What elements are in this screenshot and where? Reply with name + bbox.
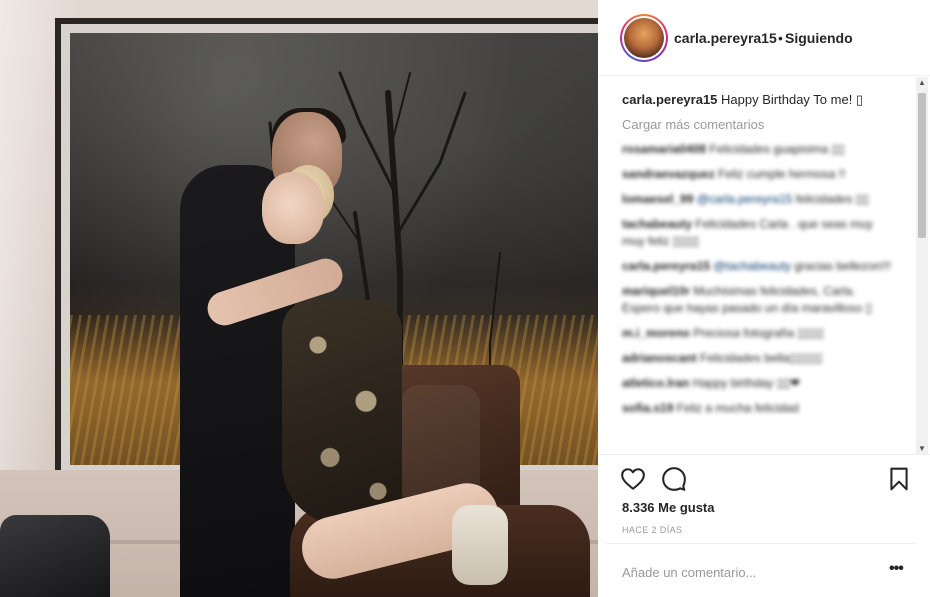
comment-username[interactable]: tachabeauty	[622, 217, 692, 231]
comment-text: Feliz a mucha felicidad	[676, 401, 799, 415]
comment: tachabeauty Felicidades Carla . que seas…	[622, 216, 892, 250]
comment-text: gracias bellezon!!!	[794, 259, 892, 273]
comment: atletico.lran Happy birthday ▯▯❤	[622, 375, 892, 392]
header-username[interactable]: carla.pereyra15	[674, 30, 777, 46]
comments-section[interactable]: carla.pereyra15 Happy Birthday To me! ▯ …	[598, 77, 930, 455]
comment-text: Happy birthday ▯▯❤	[692, 376, 801, 390]
post-details-panel: carla.pereyra15 • Siguiendo carla.pereyr…	[598, 0, 930, 597]
comment-list: rosamaria0408 Felicidades guapisima ▯▯ s…	[622, 141, 892, 425]
load-more-comments-button[interactable]: Cargar más comentarios	[622, 117, 764, 132]
comment-text: Felicidades bella▯▯▯▯▯	[700, 351, 823, 365]
comment-username[interactable]: sofia.s19	[622, 401, 673, 415]
avatar-border	[622, 16, 666, 60]
comment-username[interactable]: m.i_moreno	[622, 326, 690, 340]
comment-username[interactable]: rosamaria0408	[622, 142, 706, 156]
comment: sofia.s19 Feliz a mucha felicidad	[622, 400, 892, 417]
scroll-up-arrow-icon[interactable]: ▲	[916, 77, 928, 89]
avatar[interactable]	[624, 18, 664, 58]
post-header: carla.pereyra15 • Siguiendo	[598, 0, 930, 76]
woman-shoe	[452, 505, 508, 585]
comment-mention[interactable]: @tachabeauty	[713, 259, 791, 273]
post-actions	[598, 458, 930, 498]
comments-scrollbar[interactable]: ▲ ▼	[916, 77, 928, 455]
woman-head	[262, 172, 324, 244]
bag	[0, 515, 110, 597]
comment: mariquel10r Muchisimas felicidades, Carl…	[622, 283, 892, 317]
comment: lomaesel_99 @carla.pereyra15 felicidades…	[622, 191, 892, 208]
comment-mention[interactable]: @carla.pereyra15	[697, 192, 793, 206]
story-ring[interactable]	[620, 14, 668, 62]
comment: sandraevazquez Feliz cumple hermosa !!	[622, 166, 892, 183]
comment: carla.pereyra15 @tachabeauty gracias bel…	[622, 258, 892, 275]
comment: m.i_moreno Preciosa fotografía ▯▯▯▯	[622, 325, 892, 342]
post-photo[interactable]	[0, 0, 598, 597]
comment-text: Felicidades guapisima ▯▯	[709, 142, 845, 156]
woman-dress	[282, 300, 402, 525]
comment-text: felicidades ▯▯	[795, 192, 869, 206]
comment-username[interactable]: lomaesel_99	[622, 192, 693, 206]
heart-icon[interactable]	[620, 466, 646, 492]
comment-icon[interactable]	[661, 466, 687, 492]
caption-username[interactable]: carla.pereyra15	[622, 92, 717, 107]
follow-status-button[interactable]: Siguiendo	[785, 30, 853, 46]
comment-username[interactable]: sandraevazquez	[622, 167, 715, 181]
caption-text: Happy Birthday To me! ▯	[721, 92, 864, 107]
comment-username[interactable]: carla.pereyra15	[622, 259, 710, 273]
comment-username[interactable]: atletico.lran	[622, 376, 689, 390]
caption: carla.pereyra15 Happy Birthday To me! ▯	[622, 91, 863, 109]
like-count[interactable]: 8.336 Me gusta	[622, 500, 715, 515]
more-options-icon[interactable]: •••	[889, 560, 904, 578]
comment: adrianoscant Felicidades bella▯▯▯▯▯	[622, 350, 892, 367]
add-comment-bar: •••	[606, 543, 918, 597]
comment-username[interactable]: adrianoscant	[622, 351, 697, 365]
comment-text: Feliz cumple hermosa !!	[718, 167, 846, 181]
scroll-down-arrow-icon[interactable]: ▼	[916, 443, 928, 455]
add-comment-input[interactable]	[622, 562, 872, 582]
scrollbar-thumb[interactable]	[918, 93, 926, 238]
comment-text: Preciosa fotografía ▯▯▯▯	[693, 326, 824, 340]
bookmark-icon[interactable]	[886, 466, 912, 492]
post-timestamp[interactable]: HACE 2 DÍAS	[622, 525, 682, 535]
header-separator: •	[778, 30, 783, 46]
comment: rosamaria0408 Felicidades guapisima ▯▯	[622, 141, 892, 158]
comment-username[interactable]: mariquel10r	[622, 284, 690, 298]
